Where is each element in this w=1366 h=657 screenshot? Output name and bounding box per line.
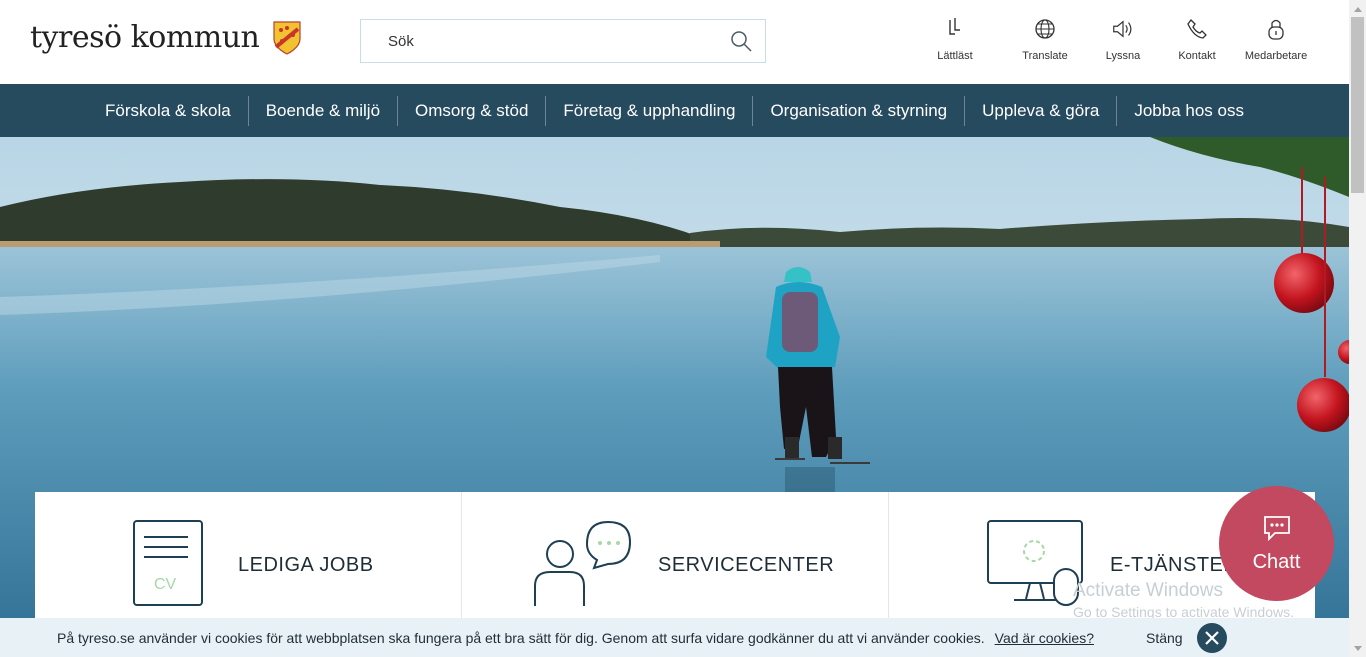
translate-label: Translate xyxy=(1022,50,1068,62)
nav-item-foretag-upphandling[interactable]: Företag & upphandling xyxy=(546,96,752,126)
lock-icon xyxy=(1264,16,1288,42)
chat-bubble-icon xyxy=(1263,516,1290,542)
nav-item-omsorg-stod[interactable]: Omsorg & stöd xyxy=(398,96,545,126)
card-title-servicecenter: SERVICECENTER xyxy=(658,554,835,576)
chat-label: Chatt xyxy=(1252,551,1301,573)
cookie-text: På tyreso.se använder vi cookies för att… xyxy=(57,629,985,646)
nav-item-boende-miljo[interactable]: Boende & miljö xyxy=(249,96,397,126)
close-icon xyxy=(1204,630,1219,645)
nav-item-uppleva-gora[interactable]: Uppleva & göra xyxy=(965,96,1116,126)
cv-document-icon: CV xyxy=(133,520,203,606)
contact-label: Kontakt xyxy=(1178,50,1216,62)
card-title-lediga-jobb: LEDIGA JOBB xyxy=(238,554,374,576)
employee-login-button[interactable]: Medarbetare xyxy=(1236,16,1316,62)
nav-item-organisation-styrning[interactable]: Organisation & styrning xyxy=(753,96,964,126)
globe-icon xyxy=(1033,16,1057,42)
translate-button[interactable]: Translate xyxy=(1005,16,1085,62)
nav-item-forskola-skola[interactable]: Förskola & skola xyxy=(88,96,248,126)
employee-login-label: Medarbetare xyxy=(1244,50,1308,62)
speaker-icon xyxy=(1111,16,1135,42)
search-input[interactable] xyxy=(388,32,708,50)
scroll-thumb[interactable] xyxy=(1351,17,1364,193)
easy-read-icon xyxy=(943,16,967,42)
search-box xyxy=(360,19,766,63)
computer-mouse-icon xyxy=(987,520,1083,606)
header-tools: Lättläst Translate Lyssna Kontakt Medarb… xyxy=(925,16,1316,62)
cookie-close-button[interactable] xyxy=(1196,622,1227,653)
person-chat-icon xyxy=(534,520,632,606)
search-icon[interactable] xyxy=(729,29,753,53)
scroll-down-arrow-icon[interactable] xyxy=(1349,640,1366,657)
card-servicecenter[interactable]: SERVICECENTER xyxy=(461,492,888,622)
page-scrollbar[interactable] xyxy=(1349,0,1366,657)
easy-read-label: Lättläst xyxy=(937,50,973,62)
cookie-close-label[interactable]: Stäng xyxy=(1146,630,1183,646)
card-lediga-jobb[interactable]: CV LEDIGA JOBB xyxy=(35,492,461,622)
card-title-e-tjanster: E-TJÄNSTER xyxy=(1110,554,1239,576)
cv-icon-text: CV xyxy=(154,576,177,593)
contact-button[interactable]: Kontakt xyxy=(1167,16,1227,62)
coat-of-arms-icon xyxy=(273,20,301,55)
chat-button[interactable]: Chatt xyxy=(1219,486,1334,601)
scroll-up-arrow-icon[interactable] xyxy=(1349,0,1366,17)
cookie-info-link[interactable]: Vad är cookies? xyxy=(995,630,1094,646)
phone-icon xyxy=(1185,16,1209,42)
nav-item-jobba-hos-oss[interactable]: Jobba hos oss xyxy=(1117,96,1261,126)
main-navigation: Förskola & skola Boende & miljö Omsorg &… xyxy=(0,84,1349,137)
listen-label: Lyssna xyxy=(1105,50,1141,62)
listen-button[interactable]: Lyssna xyxy=(1093,16,1153,62)
site-header: tyresö kommun Lättläst Translate xyxy=(0,0,1349,84)
easy-read-button[interactable]: Lättläst xyxy=(925,16,985,62)
site-logo[interactable]: tyresö kommun xyxy=(30,20,301,55)
logo-text: tyresö kommun xyxy=(30,20,260,55)
cookie-banner: På tyreso.se använder vi cookies för att… xyxy=(0,618,1349,657)
